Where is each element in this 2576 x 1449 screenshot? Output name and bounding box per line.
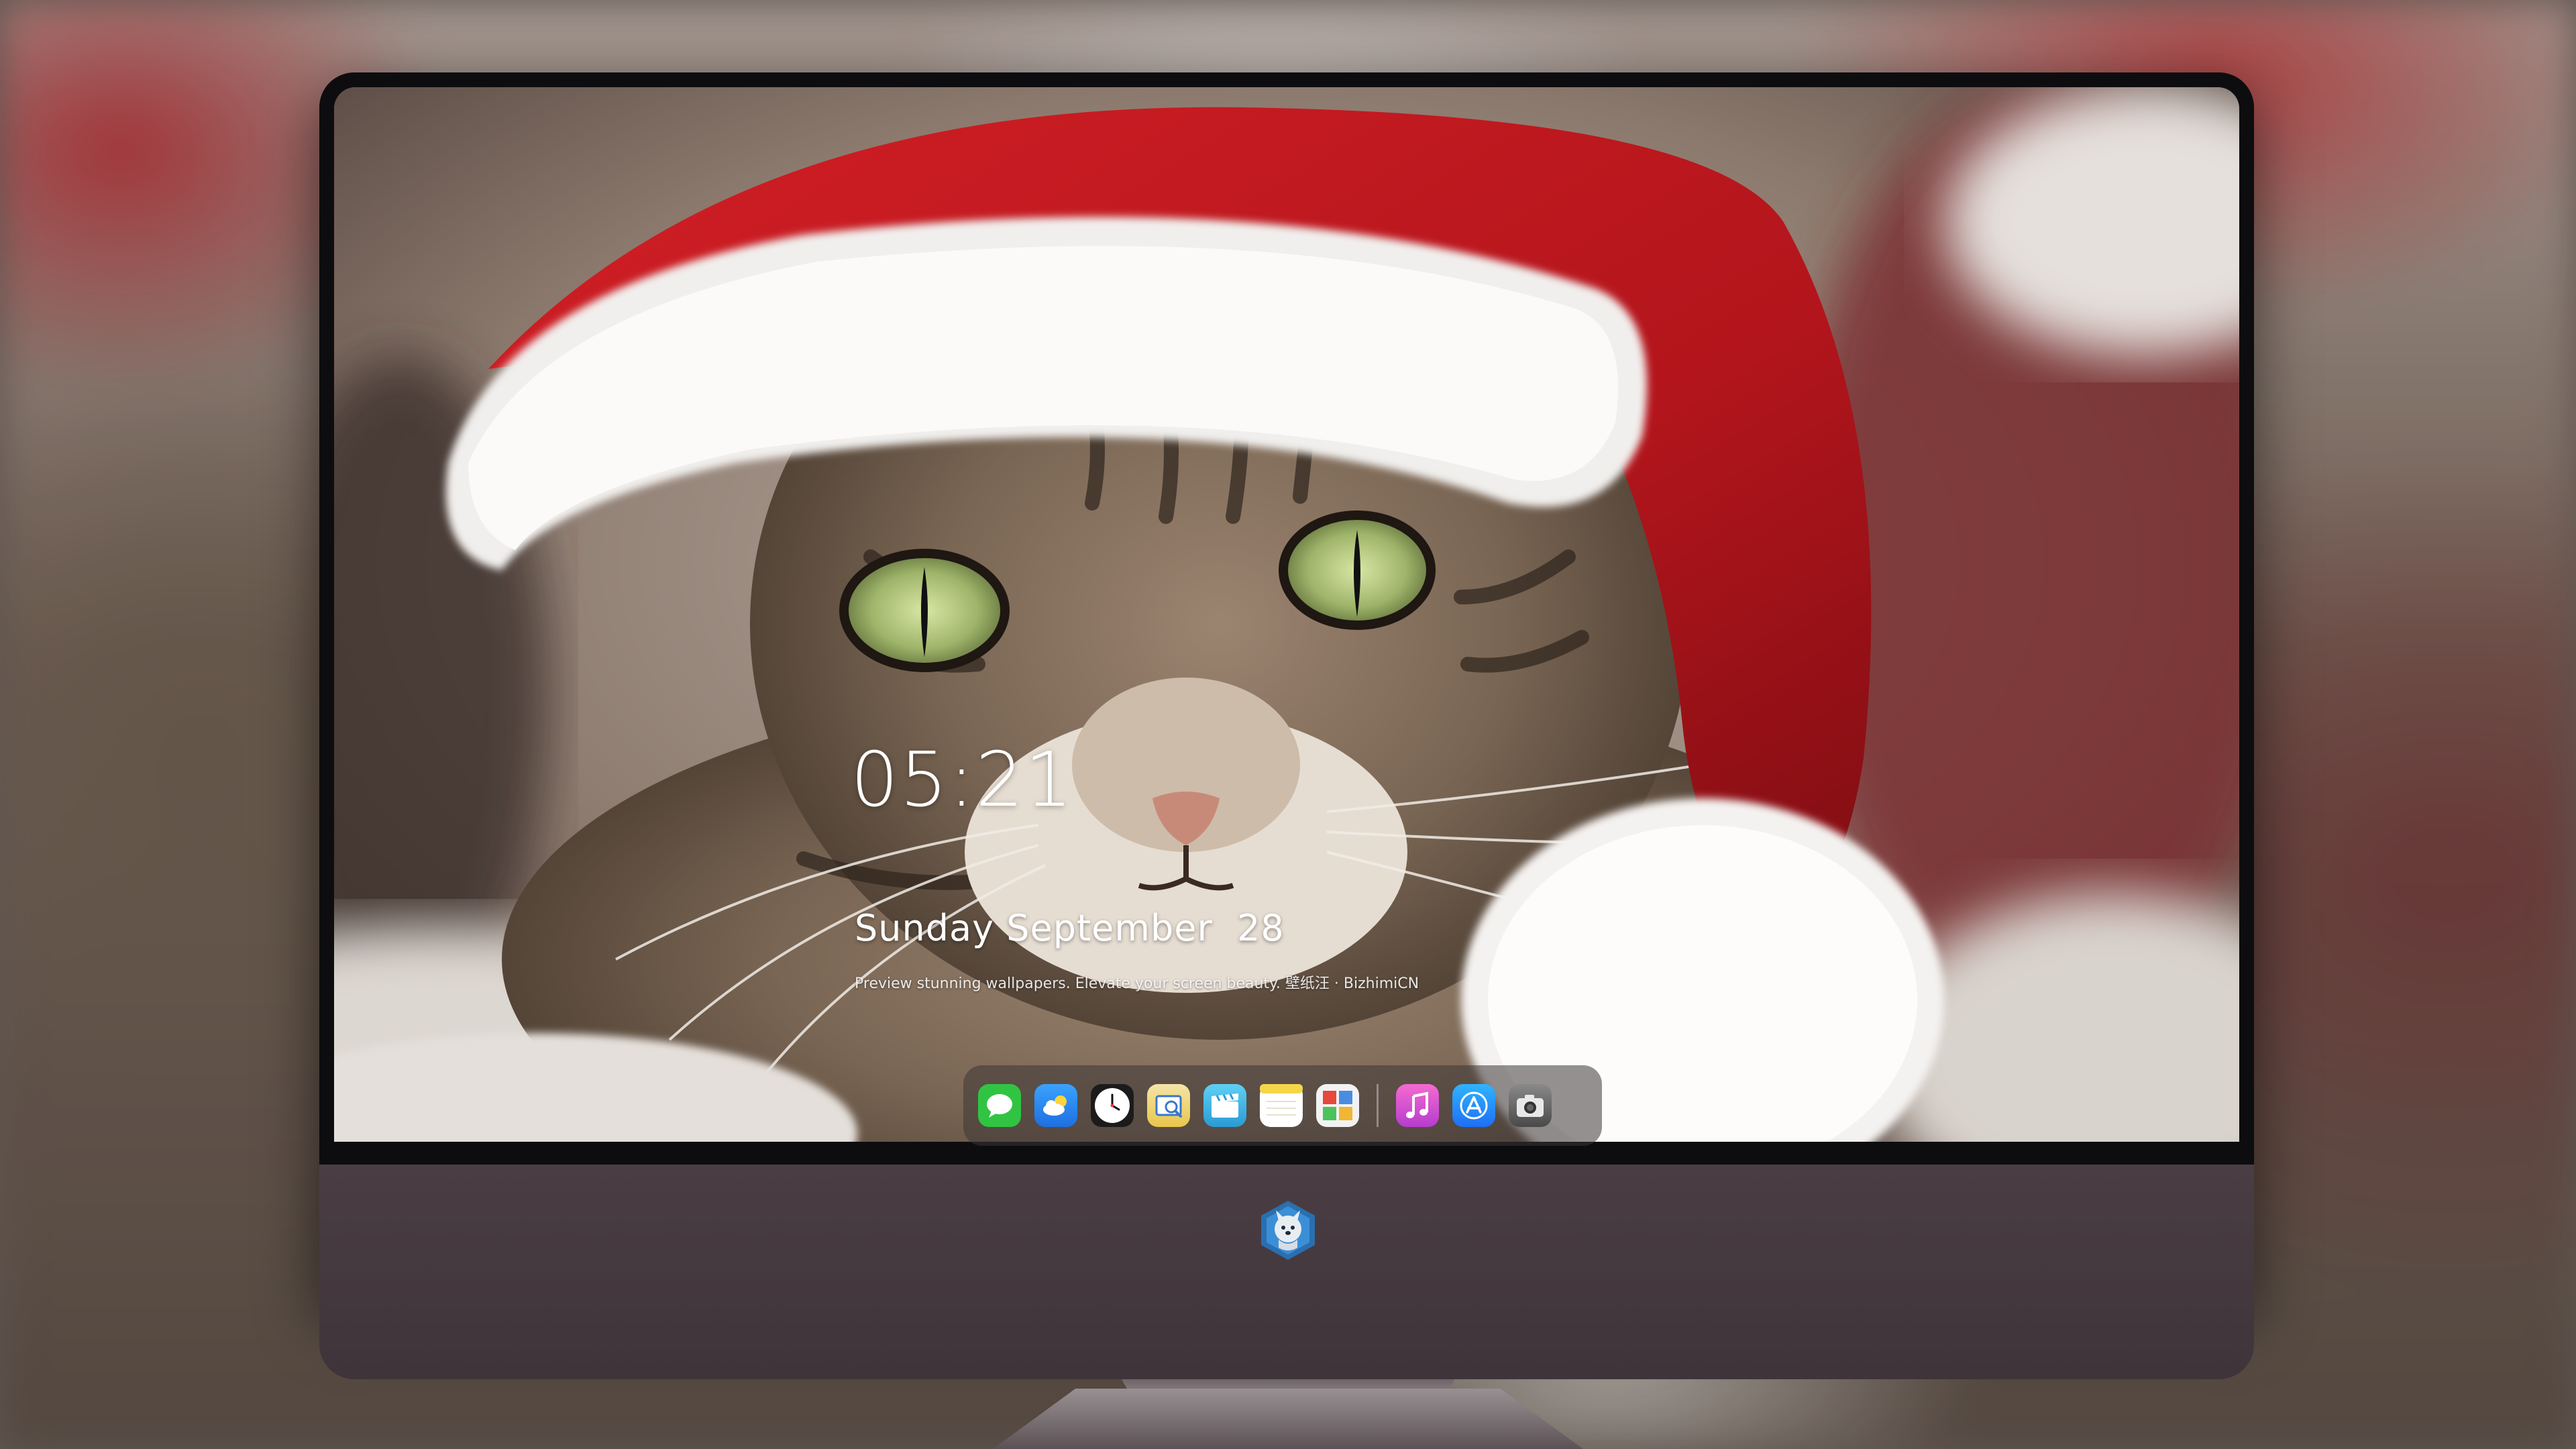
messages-icon[interactable] — [978, 1084, 1021, 1127]
lockscreen-date: Sunday September 28 — [855, 907, 1285, 949]
music-icon[interactable] — [1396, 1084, 1439, 1127]
husky-logo-icon — [1261, 1201, 1315, 1260]
monitor-stand-base — [993, 1389, 1583, 1449]
notes-icon[interactable] — [1260, 1084, 1303, 1127]
dock — [963, 1065, 1602, 1146]
lockscreen-time: 05:21 — [851, 737, 1074, 824]
clock-icon[interactable] — [1091, 1084, 1134, 1127]
dock-separator — [1377, 1084, 1379, 1127]
lockscreen-tagline: Preview stunning wallpapers. Elevate you… — [855, 975, 1419, 992]
preview-icon[interactable] — [1147, 1084, 1190, 1127]
clips-icon[interactable] — [1203, 1084, 1246, 1127]
camera-icon[interactable] — [1509, 1084, 1552, 1127]
app-store-icon[interactable] — [1452, 1084, 1495, 1127]
monitor-chin — [319, 1165, 2254, 1379]
photo-booth-icon[interactable] — [1316, 1084, 1359, 1127]
weather-icon[interactable] — [1034, 1084, 1077, 1127]
desktop-screen: 05:21 Sunday September 28 Preview stunni… — [334, 87, 2239, 1142]
